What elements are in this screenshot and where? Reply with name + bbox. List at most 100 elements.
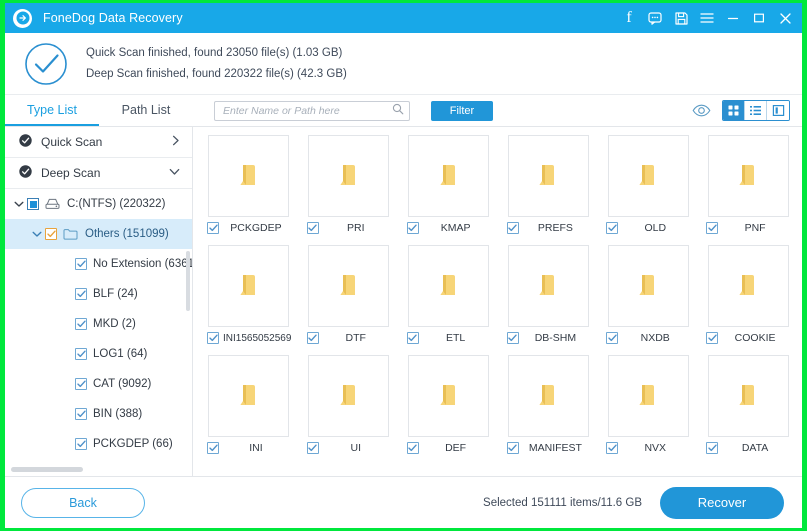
grid-item[interactable]: COOKIE [698, 245, 798, 355]
grid-view-button[interactable] [723, 101, 745, 120]
grid-item[interactable]: UI [299, 355, 399, 465]
facebook-icon[interactable]: f [616, 5, 642, 31]
sidebar-horizontal-scrollbar[interactable] [11, 467, 83, 472]
grid-item[interactable]: PNF [698, 135, 798, 245]
eye-icon[interactable] [690, 101, 712, 121]
grid-item[interactable]: DTF [299, 245, 399, 355]
checkbox-checked[interactable] [306, 439, 319, 457]
checkbox-checked[interactable] [606, 439, 619, 457]
checkbox-checked[interactable] [606, 219, 619, 237]
grid-item[interactable]: DB-SHM [499, 245, 599, 355]
filter-button[interactable]: Filter [431, 100, 493, 121]
maximize-button[interactable] [746, 5, 772, 31]
grid-item[interactable]: KMAP [399, 135, 499, 245]
checkbox-partial[interactable] [27, 198, 39, 210]
file-thumbnail[interactable] [707, 245, 789, 327]
checkbox-checked[interactable] [706, 329, 719, 347]
checkbox-checked[interactable] [75, 318, 87, 330]
checkbox-checked[interactable] [75, 438, 87, 450]
tree-node-drive[interactable]: C:(NTFS) (220322) [5, 189, 192, 219]
checkbox-checked[interactable] [75, 378, 87, 390]
file-thumbnail[interactable] [507, 245, 589, 327]
checkbox-checked[interactable] [406, 329, 419, 347]
grid-item[interactable]: DATA [698, 355, 798, 465]
grid-item[interactable]: OLD [598, 135, 698, 245]
file-thumbnail[interactable] [208, 245, 290, 327]
chevron-down-icon[interactable] [169, 167, 180, 179]
grid-item[interactable]: NVX [598, 355, 698, 465]
grid-item[interactable]: ETL [399, 245, 499, 355]
menu-icon[interactable] [694, 5, 720, 31]
checkbox-checked[interactable] [45, 228, 57, 240]
file-name: NXDB [640, 332, 670, 344]
list-view-button[interactable] [745, 101, 767, 120]
file-thumbnail[interactable] [507, 135, 589, 217]
checkbox-checked[interactable] [506, 329, 519, 347]
file-thumbnail[interactable] [607, 245, 689, 327]
file-thumbnail[interactable] [408, 355, 490, 437]
grid-item[interactable]: PCKGDEP [199, 135, 299, 245]
chevron-down-icon[interactable] [11, 201, 27, 208]
grid-item[interactable]: PREFS [499, 135, 599, 245]
checkbox-checked[interactable] [75, 258, 87, 270]
checkbox-checked[interactable] [207, 219, 219, 237]
checkbox-checked[interactable] [606, 329, 619, 347]
checkbox-checked[interactable] [706, 219, 719, 237]
tree-node-no-extension[interactable]: No Extension (63614) [5, 249, 192, 279]
tab-path-list[interactable]: Path List [99, 95, 193, 126]
close-button[interactable] [772, 5, 798, 31]
back-button[interactable]: Back [21, 487, 145, 518]
file-thumbnail[interactable] [308, 355, 390, 437]
checkbox-checked[interactable] [75, 288, 87, 300]
checkbox-checked[interactable] [75, 408, 87, 420]
tree-node-blf[interactable]: BLF (24) [5, 279, 192, 309]
checkbox-checked[interactable] [506, 219, 519, 237]
file-thumbnail[interactable] [408, 245, 490, 327]
tree-node-bin[interactable]: BIN (388) [5, 399, 192, 429]
grid-item[interactable]: MANIFEST [499, 355, 599, 465]
chevron-right-icon[interactable] [172, 135, 180, 149]
checkbox-checked[interactable] [306, 219, 319, 237]
file-thumbnail[interactable] [208, 135, 290, 217]
detail-view-button[interactable] [767, 101, 789, 120]
grid-item[interactable]: INI1565052569 [199, 245, 299, 355]
chevron-down-icon[interactable] [29, 231, 45, 238]
file-thumbnail[interactable] [308, 245, 390, 327]
recover-button[interactable]: Recover [660, 486, 784, 519]
sidebar-item-deep-scan[interactable]: Deep Scan [5, 158, 192, 189]
sidebar-item-quick-scan[interactable]: Quick Scan [5, 127, 192, 158]
tree-node-log1[interactable]: LOG1 (64) [5, 339, 192, 369]
file-thumbnail[interactable] [408, 135, 490, 217]
tree-node-cat[interactable]: CAT (9092) [5, 369, 192, 399]
checkbox-checked[interactable] [406, 439, 419, 457]
feedback-chat-icon[interactable] [642, 5, 668, 31]
file-thumbnail[interactable] [707, 355, 789, 437]
save-icon[interactable] [668, 5, 694, 31]
checkbox-checked[interactable] [306, 329, 319, 347]
checkbox-checked[interactable] [75, 348, 87, 360]
file-thumbnail[interactable] [607, 355, 689, 437]
sidebar-vertical-scrollbar[interactable] [186, 251, 190, 311]
search-box[interactable] [214, 100, 410, 121]
file-thumbnail[interactable] [507, 355, 589, 437]
tree-node-pckgdep[interactable]: PCKGDEP (66) [5, 429, 192, 459]
grid-item[interactable]: INI [199, 355, 299, 465]
checkbox-checked[interactable] [706, 439, 719, 457]
checkbox-checked[interactable] [506, 439, 519, 457]
file-thumbnail[interactable] [607, 135, 689, 217]
file-thumbnail[interactable] [707, 135, 789, 217]
search-icon[interactable] [392, 102, 404, 120]
search-input[interactable] [223, 104, 392, 117]
tree-node-others[interactable]: Others (151099) [5, 219, 192, 249]
file-thumbnail[interactable] [308, 135, 390, 217]
file-thumbnail[interactable] [208, 355, 290, 437]
checkbox-checked[interactable] [207, 439, 219, 457]
grid-item[interactable]: DEF [399, 355, 499, 465]
grid-item[interactable]: NXDB [598, 245, 698, 355]
minimize-button[interactable] [720, 5, 746, 31]
tree-node-mkd[interactable]: MKD (2) [5, 309, 192, 339]
checkbox-checked[interactable] [406, 219, 419, 237]
tab-type-list[interactable]: Type List [5, 95, 99, 126]
checkbox-checked[interactable] [207, 329, 219, 347]
grid-item[interactable]: PRI [299, 135, 399, 245]
